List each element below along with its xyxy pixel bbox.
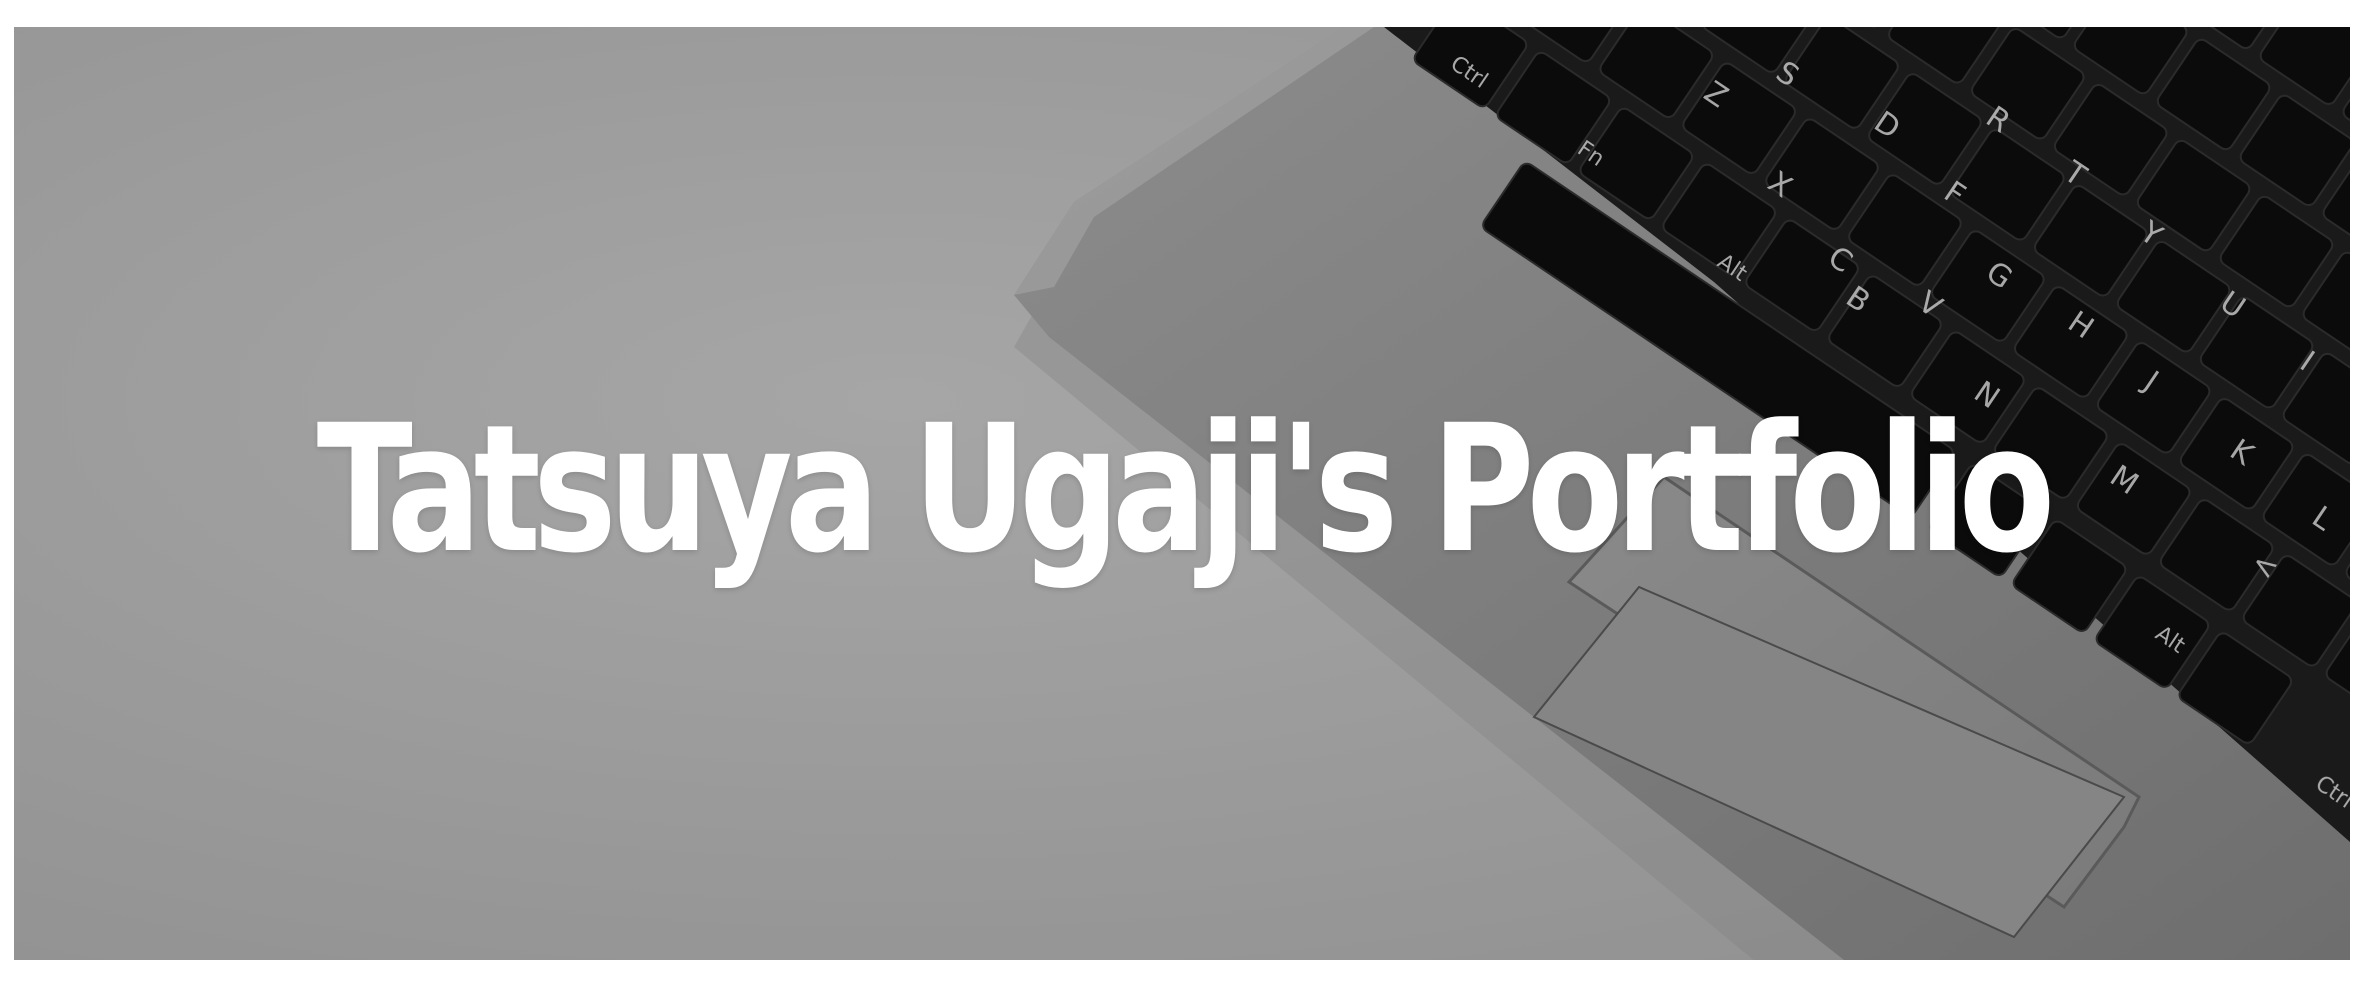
page-title: Tatsuya Ugaji's Portfolio [316,387,2056,592]
hero-banner: Ctrl Fn Alt B N M < Z X C V G H J K L D … [14,27,2350,960]
